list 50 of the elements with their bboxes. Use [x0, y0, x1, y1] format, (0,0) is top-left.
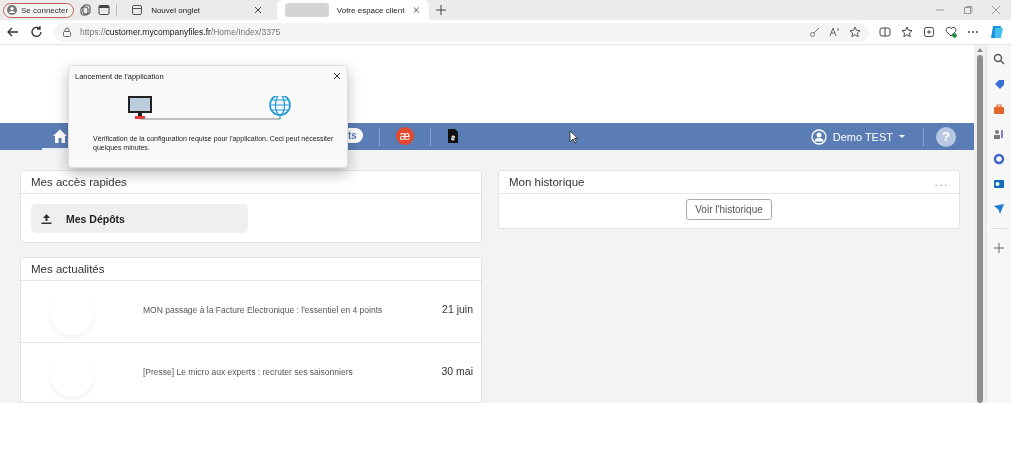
history-button[interactable]: Voir l'historique — [686, 199, 772, 220]
news-title[interactable]: MON passage à la Facture Electronique : l'essentiel en 4 points — [143, 281, 443, 315]
new-tab-icon[interactable] — [435, 4, 448, 16]
key-icon[interactable] — [809, 26, 821, 38]
close-icon[interactable] — [253, 5, 264, 15]
card-title: Mes accès rapides — [31, 176, 127, 188]
card-title: Mes actualités — [31, 263, 105, 275]
browser-tab[interactable]: Nouvel onglet — [123, 0, 272, 20]
caret-icon[interactable] — [899, 135, 905, 138]
news-title[interactable]: [Presse] Le micro aux experts : recruter ses saisonniers — [143, 343, 442, 377]
collections-icon[interactable] — [923, 26, 935, 38]
mouse-pointer-icon — [568, 129, 579, 144]
app-logo[interactable]: æ — [395, 126, 414, 145]
people-icon[interactable] — [993, 128, 1005, 140]
favicon-icon — [285, 3, 329, 17]
tab-page-icon[interactable] — [131, 4, 144, 16]
favorite-icon[interactable] — [849, 26, 861, 38]
scroll-up-icon[interactable] — [977, 48, 983, 52]
invoice-icon[interactable] — [446, 127, 459, 144]
browser-tab[interactable]: Votre espace client — [277, 0, 430, 20]
card-title: Mon historique — [509, 176, 585, 188]
upload-icon[interactable] — [41, 213, 52, 224]
tabs-icon[interactable] — [80, 4, 93, 16]
user-avatar-icon[interactable] — [810, 128, 827, 145]
search-icon[interactable] — [993, 53, 1005, 65]
reload-icon[interactable] — [30, 25, 44, 39]
heart-pulse-icon[interactable] — [945, 26, 957, 38]
back-icon[interactable] — [6, 25, 20, 39]
sign-in-button[interactable]: Se connecter — [3, 2, 75, 18]
read-aloud-icon[interactable] — [829, 26, 841, 38]
shortcut-button[interactable]: Mes Dépôts — [31, 204, 248, 233]
window-icon[interactable] — [98, 4, 111, 16]
close-icon[interactable] — [333, 72, 341, 80]
add-icon[interactable] — [993, 242, 1005, 254]
person-icon[interactable] — [7, 5, 17, 15]
scrollbar[interactable] — [974, 45, 986, 403]
favorites-icon[interactable] — [901, 26, 913, 38]
tag-icon[interactable] — [993, 78, 1005, 90]
home-icon[interactable] — [52, 127, 68, 144]
news-date: 21 juin — [442, 302, 473, 315]
lock-icon[interactable] — [62, 27, 72, 37]
user-menu[interactable]: Demo TEST — [804, 127, 911, 146]
send-icon[interactable] — [993, 203, 1005, 215]
restore-icon[interactable] — [963, 5, 973, 15]
more-menu[interactable]: ... — [934, 176, 949, 188]
split-screen-icon[interactable] — [879, 26, 891, 38]
toolbox-icon[interactable] — [993, 103, 1005, 115]
address-bar[interactable]: https://customer.mycompanyfiles.fr/Home/Index/3375 — [54, 22, 869, 42]
news-date: 30 mai — [441, 364, 473, 377]
nav-tab[interactable]: æ — [385, 123, 424, 150]
